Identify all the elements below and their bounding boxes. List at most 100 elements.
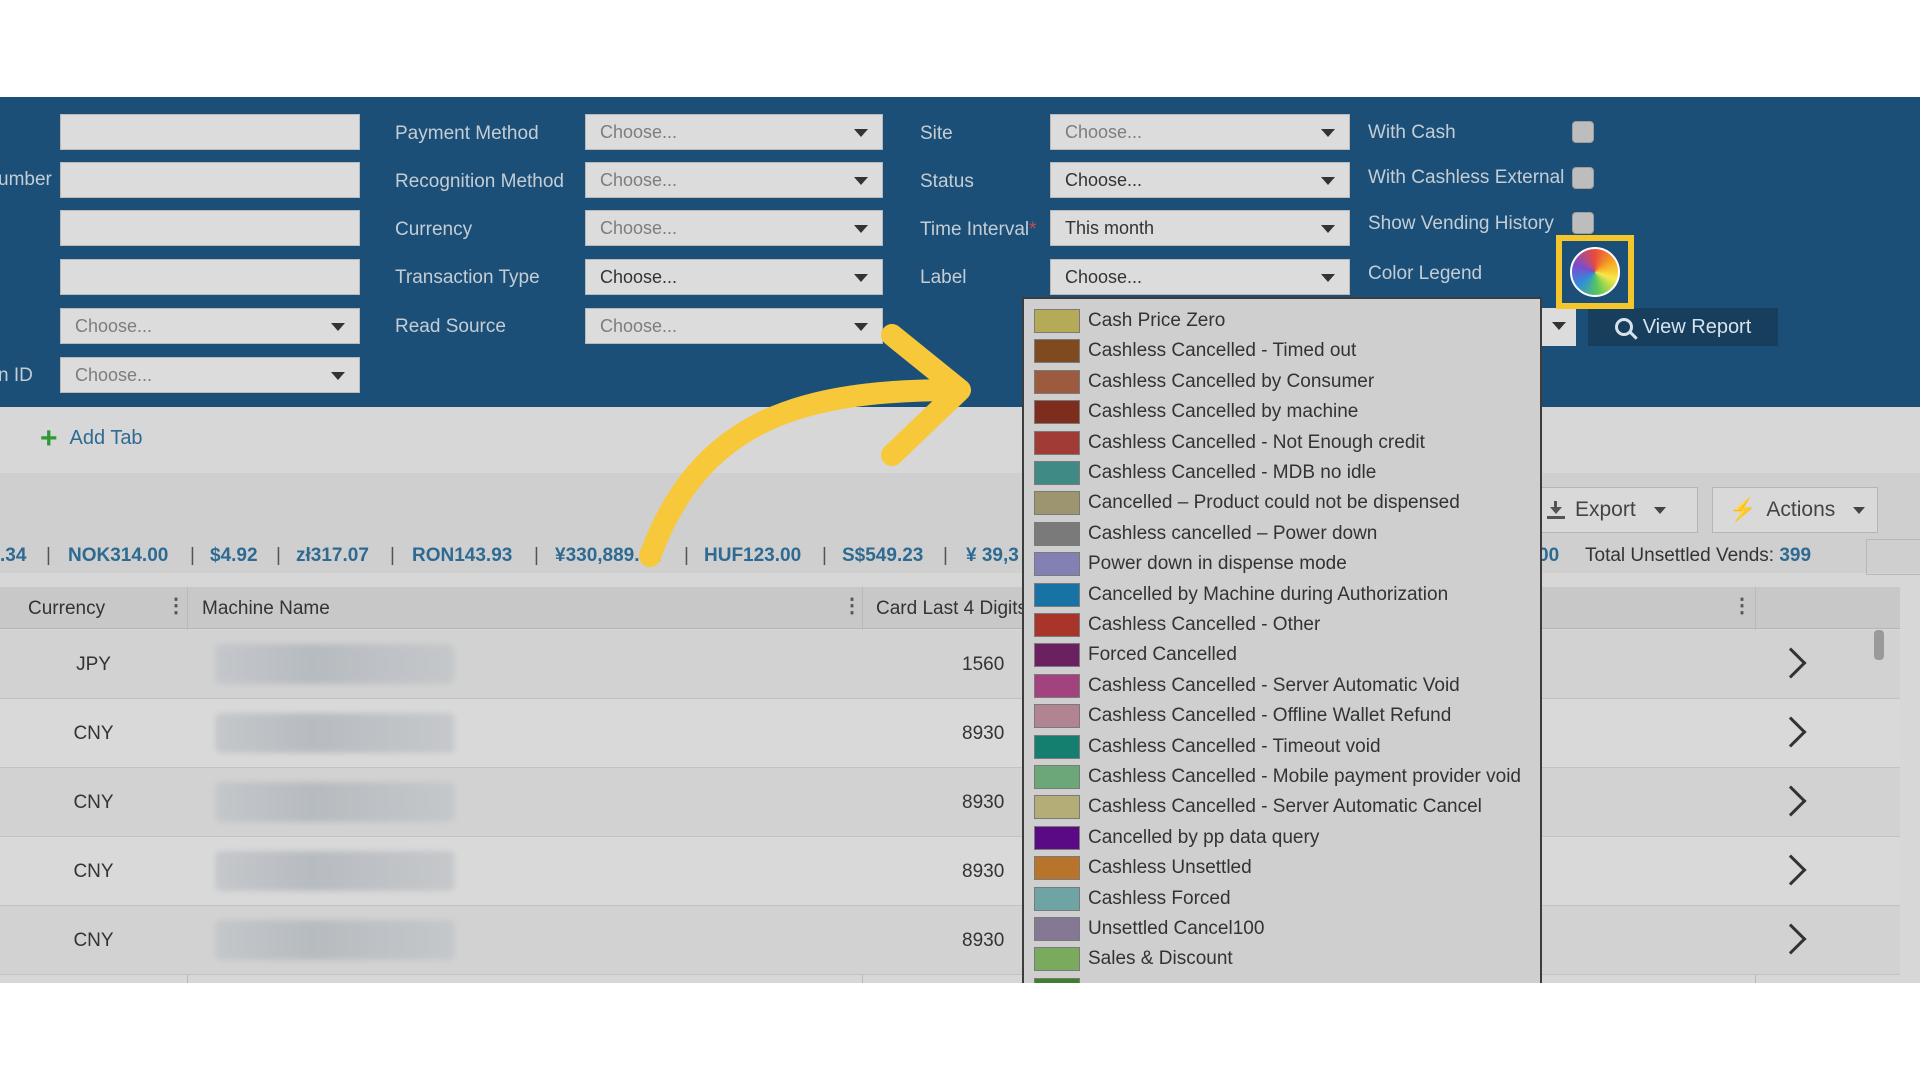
legend-label: Cashless Cancelled - Other [1088,614,1321,635]
filter-label-id: n ID [0,365,33,386]
total-item: NOK314.00 [68,545,169,566]
site-select[interactable]: Choose... [1050,114,1350,150]
screenshot-stage: umber n ID Choose... Choose... Payment M… [0,0,1920,1080]
plus-icon: + [40,421,58,455]
table-row[interactable]: CNY 8930 [0,768,1900,837]
recognition-method-select[interactable]: Choose... [585,162,883,198]
separator: | [46,545,51,566]
column-menu-icon[interactable]: ⋮ [1732,593,1752,618]
table-row[interactable]: CNY 8930 [0,837,1900,906]
separator: | [276,545,281,566]
with-cashless-external-label: With Cashless External [1368,167,1565,188]
filter-select-left-1[interactable]: Choose... [60,308,360,344]
legend-swatch [1034,491,1080,516]
cell-card-last4: 8930 [962,792,1005,813]
legend-label: Cashless Unsettled [1088,857,1252,879]
legend-item: Cancelled by Machine during Authorizatio… [1034,581,1448,609]
cell-card-last4: 1560 [962,654,1005,675]
legend-swatch [1034,309,1080,333]
app-window: umber n ID Choose... Choose... Payment M… [0,97,1920,983]
actions-button[interactable]: ⚡ Actions [1712,487,1878,533]
payment-method-select[interactable]: Choose... [585,114,883,150]
legend-item: Sales & Discount [1034,945,1233,973]
with-cashless-external-checkbox[interactable] [1572,167,1594,189]
show-vending-history-checkbox[interactable] [1572,212,1594,234]
read-source-select[interactable]: Choose... [585,308,883,344]
chevron-right-icon[interactable] [1775,854,1807,886]
transaction-type-select[interactable]: Choose... [585,259,883,295]
legend-item: Cashless Cancelled by Consumer [1034,368,1374,396]
table-row[interactable]: CNY 8930 [0,906,1900,975]
filter-label-number: umber [0,169,52,190]
cell-currency: CNY [73,930,114,951]
legend-swatch [1034,582,1080,607]
add-tab-button[interactable]: + Add Tab [40,421,143,455]
legend-swatch [1034,339,1080,364]
separator: | [534,545,539,566]
redacted-machine-name [215,713,455,753]
currency-select[interactable]: Choose... [585,210,883,246]
legend-item: Power down in dispense mode [1034,550,1347,578]
chevron-down-icon [1653,506,1666,514]
filter-input-number[interactable] [60,162,360,198]
cell-card-last4: 8930 [962,930,1005,951]
time-interval-select[interactable]: This month [1050,210,1350,246]
color-legend-button[interactable] [1556,235,1634,309]
column-header-currency[interactable]: Currency [28,598,105,620]
color-wheel-icon [1570,247,1620,297]
status-select[interactable]: Choose... [1050,162,1350,198]
legend-swatch [1034,673,1080,698]
view-report-button[interactable]: View Report [1588,308,1778,346]
actions-label: Actions [1766,498,1836,521]
legend-item [1034,976,1088,983]
legend-label: Cashless Cancelled - Server Automatic Vo… [1088,674,1460,696]
legend-label: Cashless Forced [1088,887,1231,909]
column-menu-icon[interactable]: ⋮ [166,593,186,618]
table-row[interactable]: JPY 1560 [0,630,1900,699]
color-legend-popup: Cash Price Zero Cashless Cancelled - Time… [1022,297,1542,983]
total-item: S$549.23 [842,545,924,566]
legend-swatch [1034,369,1080,394]
export-label: Export [1575,498,1636,521]
cell-currency: CNY [73,861,114,882]
chevron-right-icon[interactable] [1775,923,1807,955]
legend-swatch [1034,795,1080,820]
legend-swatch [1034,552,1080,577]
column-header-card-last4[interactable]: Card Last 4 Digits [876,598,1027,620]
report-type-select[interactable] [1540,308,1576,346]
column-menu-icon[interactable]: ⋮ [842,593,862,618]
cell-currency: JPY [76,654,111,675]
table-scrollbar[interactable] [1874,630,1884,660]
chevron-right-icon[interactable] [1775,647,1807,679]
legend-swatch [1034,430,1080,455]
total-item: $4.92 [210,545,258,566]
legend-swatch [1034,643,1080,668]
table-row[interactable]: CNY 8930 [0,699,1900,768]
legend-label: Cashless Cancelled - MDB no idle [1088,462,1377,483]
pager-box[interactable] [1866,539,1920,575]
chevron-right-icon[interactable] [1775,716,1807,748]
filter-input-3[interactable] [60,210,360,246]
legend-label: Cashless Cancelled - Mobile payment prov… [1088,766,1521,787]
legend-label: Cashless Cancelled - Timed out [1088,340,1357,362]
cell-card-last4: 8930 [962,723,1005,744]
filter-select-id[interactable]: Choose... [60,357,360,393]
filter-input-4[interactable] [60,259,360,295]
recognition-method-label: Recognition Method [395,171,564,192]
export-button[interactable]: Export [1530,487,1698,533]
cell-currency: CNY [73,723,114,744]
filter-input-1[interactable] [60,114,360,150]
legend-label: Cash Price Zero [1088,310,1226,331]
with-cash-checkbox[interactable] [1572,121,1594,143]
legend-item: Cashless Cancelled by machine [1034,398,1358,426]
column-header-machine-name[interactable]: Machine Name [202,598,330,620]
filter-panel: umber n ID Choose... Choose... Payment M… [0,97,1920,407]
show-vending-history-label: Show Vending History [1368,213,1554,234]
label-select[interactable]: Choose... [1050,259,1350,295]
chevron-right-icon[interactable] [1775,785,1807,817]
chevron-down-icon [1853,506,1866,514]
lightning-icon: ⚡ [1729,497,1757,522]
tab-edge-fragment: : [0,429,2,452]
tab-bar: : + Add Tab [0,407,1920,473]
unsettled-count: 399 [1779,545,1812,566]
